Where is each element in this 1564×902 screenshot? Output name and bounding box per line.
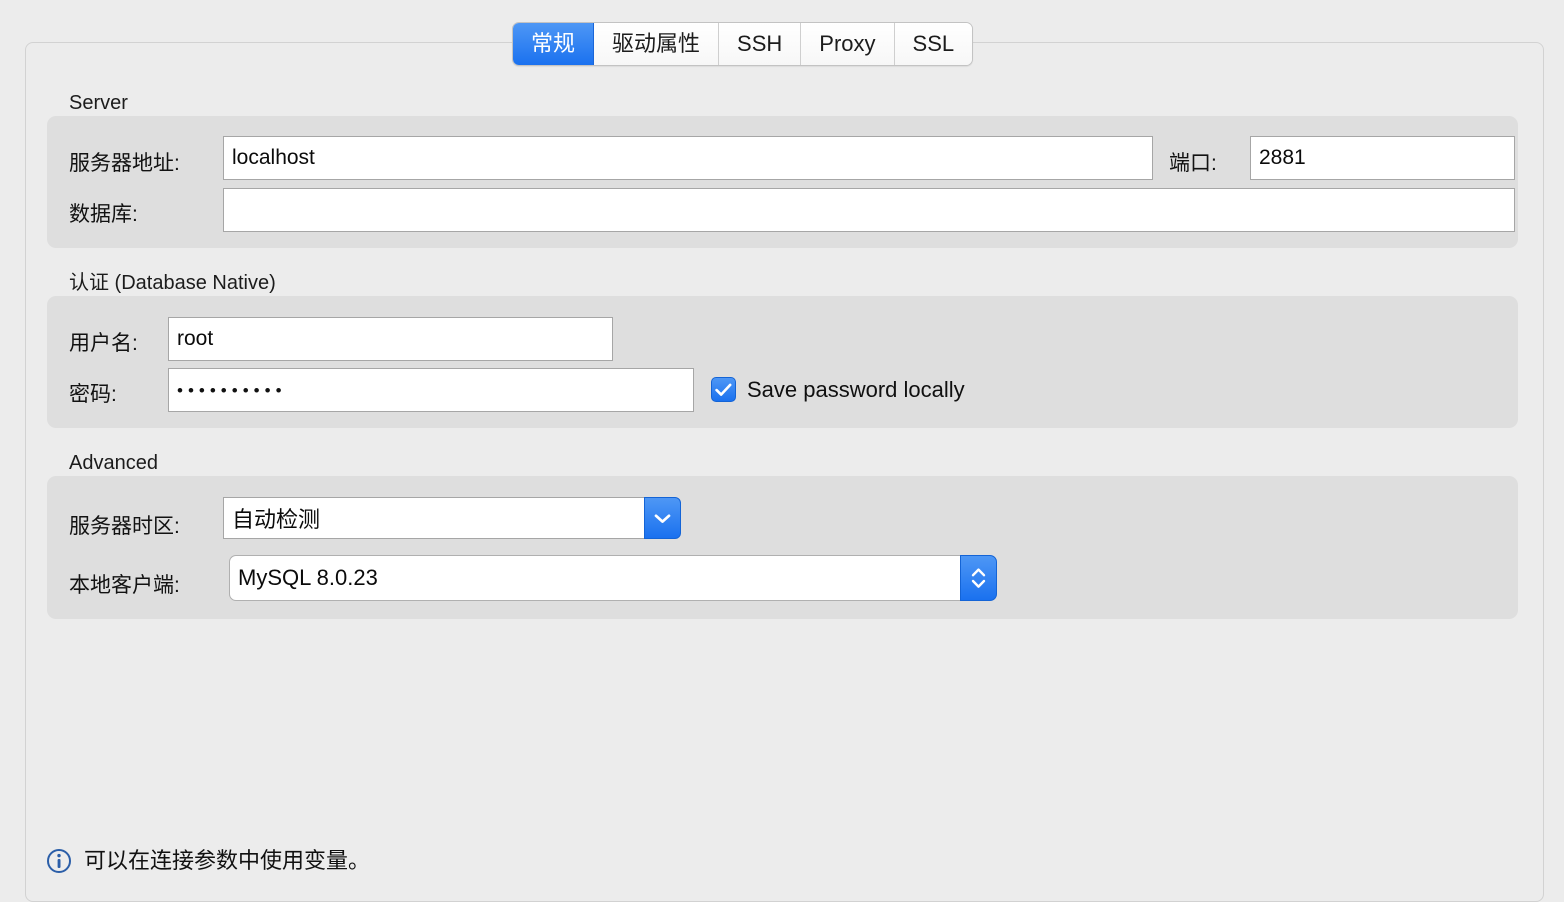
tab-ssh[interactable]: SSH — [719, 23, 802, 65]
timezone-combobox-value: 自动检测 — [223, 497, 644, 539]
advanced-group-title: Advanced — [69, 452, 158, 474]
password-masked-value: •••••••••• — [177, 380, 287, 400]
chevron-down-icon[interactable] — [644, 497, 681, 539]
port-input[interactable]: 2881 — [1250, 136, 1515, 180]
username-input[interactable]: root — [168, 317, 613, 361]
tab-bar[interactable]: 常规 驱动属性 SSH Proxy SSL — [512, 22, 974, 66]
save-password-label: Save password locally — [747, 376, 965, 402]
server-group-title: Server — [69, 92, 128, 114]
host-input[interactable]: localhost — [223, 136, 1153, 180]
tab-driver-properties[interactable]: 驱动属性 — [594, 23, 720, 65]
stepper-up-down-icon[interactable] — [960, 555, 997, 601]
variables-hint: 可以在连接参数中使用变量。 — [46, 848, 370, 874]
tab-ssl[interactable]: SSL — [894, 23, 973, 65]
database-input[interactable] — [223, 188, 1515, 232]
timezone-label: 服务器时区: — [69, 515, 180, 538]
timezone-combobox[interactable]: 自动检测 — [223, 497, 681, 539]
database-label: 数据库: — [69, 203, 138, 226]
password-label: 密码: — [69, 383, 117, 406]
connection-settings-panel: Server 服务器地址: localhost 端口: 2881 数据库: 认证… — [25, 42, 1544, 902]
password-input[interactable]: •••••••••• — [168, 368, 694, 412]
tab-proxy[interactable]: Proxy — [801, 23, 895, 65]
info-icon — [46, 848, 72, 874]
tab-general[interactable]: 常规 — [513, 23, 595, 65]
auth-group-title: 认证 (Database Native) — [69, 272, 276, 294]
username-label: 用户名: — [69, 332, 138, 355]
port-label: 端口: — [1169, 152, 1217, 175]
host-label: 服务器地址: — [69, 152, 180, 175]
client-stepper-combobox[interactable]: MySQL 8.0.23 — [229, 555, 997, 601]
client-combobox-value: MySQL 8.0.23 — [229, 555, 960, 601]
save-password-checkbox-row[interactable]: Save password locally — [711, 377, 965, 402]
variables-hint-text: 可以在连接参数中使用变量。 — [84, 848, 371, 873]
client-label: 本地客户端: — [69, 574, 180, 597]
save-password-checkbox[interactable] — [711, 377, 736, 402]
